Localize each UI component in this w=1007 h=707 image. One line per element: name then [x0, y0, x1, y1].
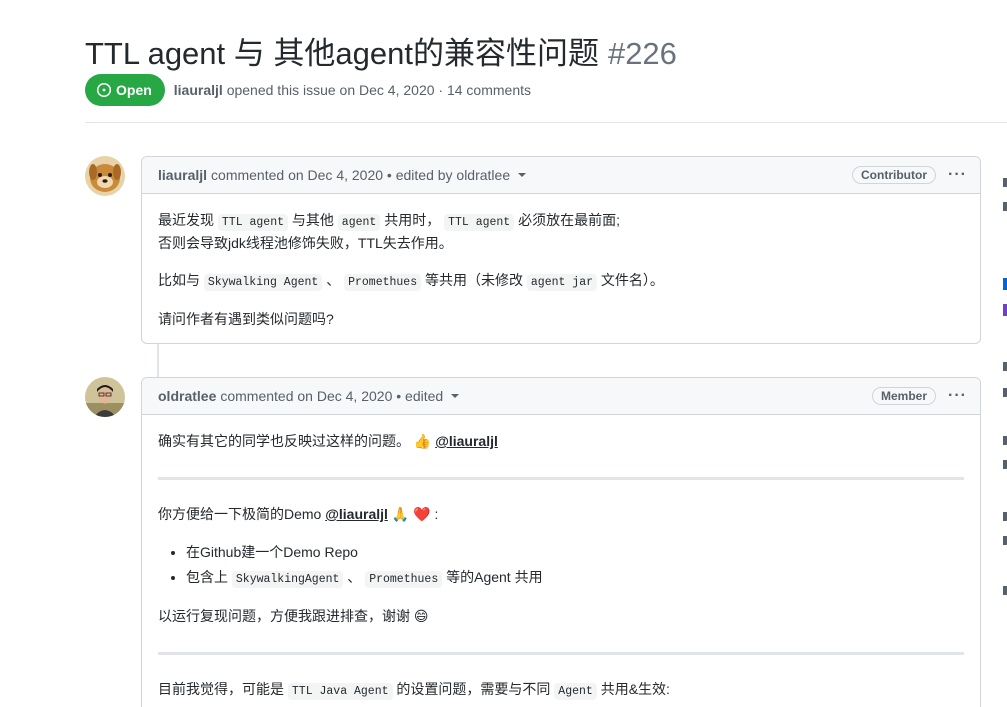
thumbs-up-icon: 👍	[413, 434, 432, 450]
issue-opened-detail: opened this issue on Dec 4, 2020 · 14 co…	[226, 82, 531, 98]
comment-2-body: 确实有其它的同学也反映过这样的问题。 👍 @liauraljl 你方便给一下极简…	[142, 415, 980, 707]
sidebar-edge-mark	[1003, 202, 1007, 211]
comment-1-paragraph-3: 请问作者有遇到类似问题吗?	[158, 311, 334, 327]
comment-2-paragraph-3: 以运行复现问题，方便我跟进排查，谢谢 😄	[158, 606, 964, 628]
comment-2-header: oldratlee commented on Dec 4, 2020 • edi…	[142, 378, 980, 415]
sidebar-edge-mark	[1003, 512, 1007, 521]
comment-1-header-text: commented on Dec 4, 2020 • edited by old…	[211, 167, 511, 183]
mention-link[interactable]: @liauraljl	[325, 506, 388, 522]
comment-2-paragraph-2: 你方便给一下极简的Demo @liauraljl 🙏 ❤️ :	[158, 504, 964, 526]
heart-icon: ❤️	[413, 507, 431, 523]
header-divider	[85, 122, 1007, 123]
inline-code: SkywalkingAgent	[231, 571, 344, 588]
comment-2-header-text: commented on Dec 4, 2020 • edited	[220, 388, 444, 404]
issue-title: TTL agent 与 其他agent的兼容性问题	[85, 36, 599, 71]
comment-2-list: 在Github建一个Demo Repo 包含上 SkywalkingAgent …	[186, 542, 964, 590]
inline-code: TTL Java Agent	[287, 683, 393, 700]
comment-1-paragraph-1-line-2: 否则会导致jdk线程池修饰失败，TTL失去作用。	[158, 235, 453, 251]
inline-code: Agent	[554, 683, 597, 700]
issue-number: #226	[607, 36, 677, 71]
sidebar-edge-mark	[1003, 304, 1007, 316]
issue-opened-icon	[96, 82, 112, 98]
sidebar-edge-mark	[1003, 436, 1007, 445]
comment-2-paragraph-4: 目前我觉得，可能是 TTL Java Agent 的设置问题，需要与不同 Age…	[158, 681, 670, 700]
inline-code: Promethues	[365, 571, 443, 588]
comment-1-body: 最近发现 TTL agent 与其他 agent 共用时， TTL agent …	[142, 194, 980, 346]
person-avatar-icon	[85, 377, 125, 417]
member-badge: Member	[871, 387, 936, 405]
comment-1: liauraljl commented on Dec 4, 2020 • edi…	[141, 156, 981, 344]
edit-history-chevron-down-icon[interactable]	[451, 394, 460, 398]
sidebar-edge-mark	[1003, 362, 1007, 371]
issue-state-label: Open	[116, 82, 152, 98]
issue-title-row: TTL agent 与 其他agent的兼容性问题 #226	[85, 28, 677, 71]
comment-2: oldratlee commented on Dec 4, 2020 • edi…	[141, 377, 981, 707]
inline-code: Promethues	[344, 274, 422, 291]
comment-1-more-options-icon[interactable]: ···	[948, 167, 966, 183]
inline-code: agent jar	[526, 274, 598, 291]
comment-1-paragraph-1: 最近发现 TTL agent 与其他 agent 共用时， TTL agent …	[158, 212, 620, 231]
comment-2-rule-1	[158, 477, 964, 480]
comment-2-rule-2	[158, 652, 964, 655]
inline-code: TTL agent	[444, 214, 515, 231]
list-item: 包含上 SkywalkingAgent 、 Promethues 等的Agent…	[186, 567, 964, 590]
timeline-connector	[157, 344, 159, 377]
avatar-liauraljl[interactable]	[85, 156, 125, 196]
issue-opened-text: liauraljl opened this issue on Dec 4, 20…	[174, 82, 531, 98]
issue-meta: Open liauraljl opened this issue on Dec …	[85, 74, 531, 106]
sidebar-edge-mark	[1003, 536, 1007, 545]
sidebar-edge-mark	[1003, 278, 1007, 290]
sidebar-edge-mark	[1003, 460, 1007, 469]
comment-2-author[interactable]: oldratlee	[158, 388, 216, 404]
mention-link[interactable]: @liauraljl	[435, 433, 498, 449]
comment-1-author[interactable]: liauraljl	[158, 167, 207, 183]
sidebar-edge	[1003, 170, 1007, 640]
comment-2-paragraph-1: 确实有其它的同学也反映过这样的问题。 👍 @liauraljl	[158, 431, 964, 453]
edit-history-chevron-down-icon[interactable]	[518, 173, 527, 177]
comment-2-more-options-icon[interactable]: ···	[948, 388, 966, 404]
avatar-oldratlee[interactable]	[85, 377, 125, 417]
sidebar-edge-mark	[1003, 388, 1007, 397]
dog-avatar-icon	[85, 156, 125, 196]
comment-1-header: liauraljl commented on Dec 4, 2020 • edi…	[142, 157, 980, 194]
comment-1-paragraph-2: 比如与 Skywalking Agent 、 Promethues 等共用（未修…	[158, 272, 664, 291]
contributor-badge: Contributor	[852, 166, 936, 184]
sidebar-edge-mark	[1003, 178, 1007, 187]
inline-code: agent	[337, 214, 381, 231]
inline-code: Skywalking Agent	[203, 274, 323, 291]
list-item: 在Github建一个Demo Repo	[186, 542, 964, 563]
folded-hands-icon: 🙏	[391, 507, 410, 523]
issue-state-badge: Open	[85, 74, 165, 106]
sidebar-edge-mark	[1003, 586, 1007, 595]
smile-icon: 😄	[413, 609, 429, 625]
inline-code: TTL agent	[217, 214, 289, 231]
issue-author-link[interactable]: liauraljl	[174, 82, 223, 98]
